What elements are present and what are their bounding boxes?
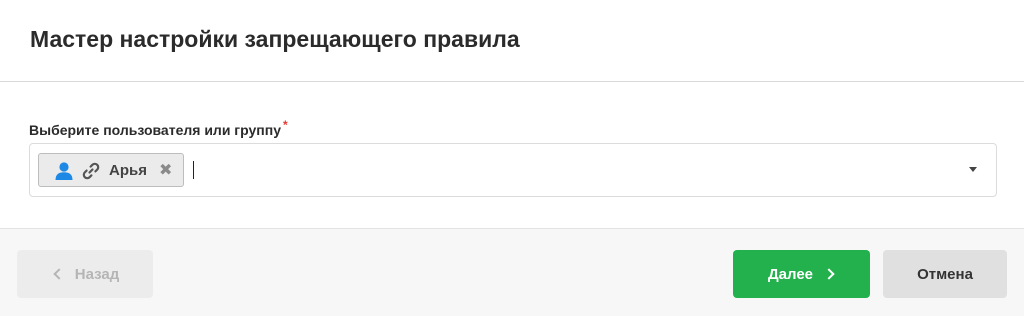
chevron-right-icon xyxy=(823,268,835,280)
field-label: Выберите пользователя или группу * xyxy=(29,118,288,138)
dialog-body: Выберите пользователя или группу * Арья ✖ xyxy=(0,82,1024,228)
tag-label: Арья xyxy=(109,162,147,179)
field-label-text: Выберите пользователя или группу xyxy=(29,122,281,138)
dialog-footer: Назад Далее Отмена xyxy=(0,228,1024,316)
back-button[interactable]: Назад xyxy=(17,250,153,298)
chevron-left-icon xyxy=(53,268,65,280)
required-marker: * xyxy=(283,118,288,132)
link-icon xyxy=(82,162,100,180)
text-cursor[interactable] xyxy=(193,161,194,179)
cancel-button-label: Отмена xyxy=(917,265,973,283)
cancel-button[interactable]: Отмена xyxy=(883,250,1007,298)
tag-remove-icon[interactable]: ✖ xyxy=(159,160,172,180)
next-button-label: Далее xyxy=(767,265,814,283)
user-icon xyxy=(55,162,73,180)
rule-wizard-dialog: Мастер настройки запрещающего правила Вы… xyxy=(0,0,1024,316)
dialog-title: Мастер настройки запрещающего правила xyxy=(30,26,520,52)
user-group-select[interactable]: Арья ✖ xyxy=(29,143,997,197)
next-button[interactable]: Далее xyxy=(733,250,870,298)
dialog-header: Мастер настройки запрещающего правила xyxy=(0,0,1024,82)
dropdown-arrow-icon[interactable] xyxy=(969,167,977,172)
selected-tag: Арья ✖ xyxy=(38,153,184,187)
back-button-label: Назад xyxy=(74,265,120,283)
